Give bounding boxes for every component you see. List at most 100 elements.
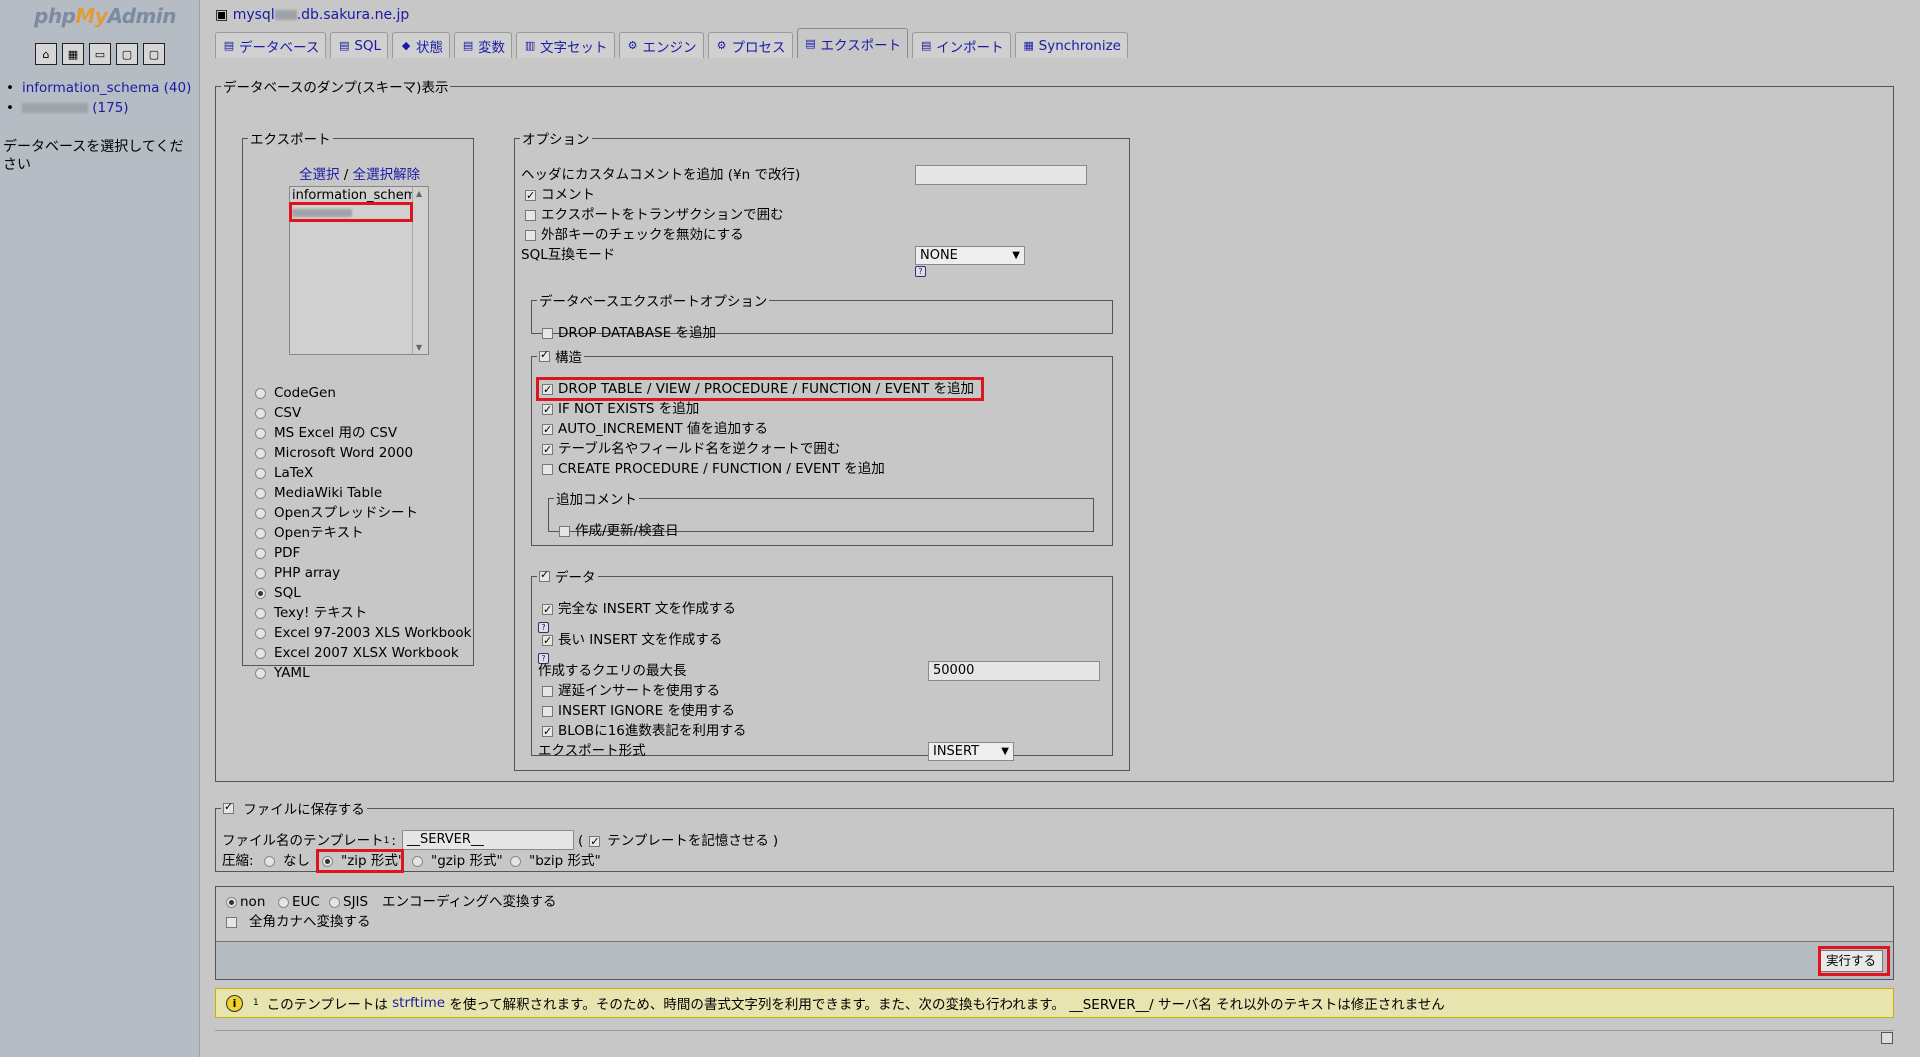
select-all-link[interactable]: 全選択 <box>299 166 340 184</box>
database-link-redacted[interactable]: (175) <box>92 100 128 116</box>
sql-compat-select[interactable]: NONE ▼ <box>915 246 1025 265</box>
format-option[interactable]: PHP array <box>255 564 340 582</box>
radio[interactable] <box>329 896 340 908</box>
foreign-key-option[interactable]: 外部キーのチェックを無効にする <box>525 226 744 244</box>
header-comment-input[interactable] <box>915 165 1087 185</box>
radio[interactable] <box>255 467 266 479</box>
radio[interactable] <box>255 607 266 619</box>
scroll-up-icon[interactable]: ▲ <box>416 189 422 198</box>
extended-insert-option[interactable]: 長い INSERT 文を作成する <box>542 631 722 650</box>
radio[interactable] <box>255 567 266 579</box>
radio[interactable] <box>278 896 289 908</box>
insert-ignore-option[interactable]: INSERT IGNORE を使用する <box>542 702 735 720</box>
format-option[interactable]: PDF <box>255 544 300 562</box>
checkbox[interactable] <box>525 187 536 205</box>
checkbox[interactable] <box>525 229 536 241</box>
format-option[interactable]: Microsoft Word 2000 <box>255 444 413 462</box>
checkbox[interactable] <box>525 209 536 221</box>
format-option-sql[interactable]: SQL <box>255 584 301 602</box>
phpmyadmin-logo[interactable]: phpMyAdmin <box>34 4 176 28</box>
tab-engines[interactable]: ⚙ エンジン <box>618 32 704 58</box>
reload-icon[interactable]: ▢ <box>143 43 165 65</box>
comment-option[interactable]: コメント <box>525 186 595 205</box>
checkbox[interactable] <box>226 916 237 928</box>
compression-none-option[interactable]: なし <box>264 852 310 870</box>
compression-gzip-option[interactable]: "gzip 形式" <box>412 852 503 870</box>
save-file-legend[interactable]: ファイルに保存する <box>221 798 367 818</box>
tab-status[interactable]: ◆ 状態 <box>392 32 451 58</box>
radio[interactable] <box>264 855 275 867</box>
radio[interactable] <box>255 627 266 639</box>
filename-template-input[interactable]: __SERVER__ <box>402 830 574 850</box>
radio[interactable] <box>255 447 266 459</box>
scroll-down-icon[interactable]: ▼ <box>416 343 422 352</box>
format-option[interactable]: Excel 97-2003 XLS Workbook <box>255 624 471 642</box>
encoding-euc-option[interactable]: EUC <box>278 893 320 911</box>
window-icon[interactable] <box>1881 1032 1893 1044</box>
auto-increment-option[interactable]: AUTO_INCREMENT 値を追加する <box>542 420 768 439</box>
remember-template-row[interactable]: (テンプレートを記憶させる) <box>578 832 778 851</box>
database-link-information-schema[interactable]: information_schema (40) <box>22 80 191 96</box>
format-option[interactable]: MediaWiki Table <box>255 484 382 502</box>
export-type-select[interactable]: INSERT ▼ <box>928 742 1014 761</box>
format-option[interactable]: Openテキスト <box>255 524 364 542</box>
database-item[interactable]: (175) <box>6 98 191 118</box>
save-file-checkbox[interactable] <box>223 800 234 814</box>
sql-docs-icon[interactable]: ▭ <box>89 43 111 65</box>
query-window-icon[interactable]: ▦ <box>62 43 84 65</box>
hex-blob-option[interactable]: BLOBに16進数表記を利用する <box>542 722 746 741</box>
kana-option[interactable]: 全角カナへ変換する <box>226 913 371 931</box>
tab-export[interactable]: ▤ エクスポート <box>796 28 909 58</box>
checkbox[interactable] <box>542 421 553 439</box>
help-icon[interactable]: ? <box>915 266 926 277</box>
if-not-exists-option[interactable]: IF NOT EXISTS を追加 <box>542 400 699 419</box>
remember-template-checkbox[interactable] <box>589 833 601 851</box>
radio-selected[interactable] <box>255 587 266 599</box>
tab-sql[interactable]: ▤ SQL <box>330 32 389 58</box>
radio[interactable] <box>255 387 266 399</box>
radio[interactable] <box>255 487 266 499</box>
format-option[interactable]: MS Excel 用の CSV <box>255 424 397 442</box>
radio[interactable] <box>510 855 521 867</box>
radio[interactable] <box>255 427 266 439</box>
format-option[interactable]: Texy! テキスト <box>255 604 367 622</box>
database-item[interactable]: information_schema (40) <box>6 78 191 98</box>
list-scrollbar[interactable]: ▲ ▼ <box>412 187 428 354</box>
max-query-input[interactable]: 50000 <box>928 661 1100 681</box>
delayed-insert-option[interactable]: 遅延インサートを使用する <box>542 682 720 700</box>
transaction-option[interactable]: エクスポートをトランザクションで囲む <box>525 206 784 224</box>
structure-checkbox[interactable] <box>539 348 550 362</box>
strftime-link[interactable]: strftime <box>392 995 445 1011</box>
checkbox[interactable] <box>542 401 553 419</box>
format-option[interactable]: Openスプレッドシート <box>255 504 418 522</box>
format-option[interactable]: CSV <box>255 404 301 422</box>
checkbox[interactable] <box>542 463 553 475</box>
home-icon[interactable]: ⌂ <box>35 43 57 65</box>
format-option[interactable]: CodeGen <box>255 384 336 402</box>
radio[interactable] <box>255 547 266 559</box>
drop-database-option[interactable]: DROP DATABASE を追加 <box>542 324 716 342</box>
format-option[interactable]: YAML <box>255 664 310 682</box>
tab-charsets[interactable]: ▥ 文字セット <box>516 32 615 58</box>
server-link[interactable]: mysql .db.sakura.ne.jp <box>233 7 410 23</box>
create-procedure-option[interactable]: CREATE PROCEDURE / FUNCTION / EVENT を追加 <box>542 460 885 478</box>
checkbox[interactable] <box>542 601 553 619</box>
structure-legend[interactable]: 構造 <box>537 346 584 366</box>
docs-icon[interactable]: ▢ <box>116 43 138 65</box>
format-option[interactable]: Excel 2007 XLSX Workbook <box>255 644 459 662</box>
complete-insert-option[interactable]: 完全な INSERT 文を作成する <box>542 600 736 619</box>
radio-selected[interactable] <box>226 896 237 908</box>
checkbox[interactable] <box>542 723 553 741</box>
radio[interactable] <box>255 667 266 679</box>
format-option[interactable]: LaTeX <box>255 464 313 482</box>
server-breadcrumb[interactable]: ▣ mysql .db.sakura.ne.jp <box>215 7 409 23</box>
radio[interactable] <box>412 855 423 867</box>
encoding-non-option[interactable]: non <box>226 893 265 911</box>
checkbox[interactable] <box>542 685 553 697</box>
tab-synchronize[interactable]: ▦ Synchronize <box>1014 32 1128 58</box>
backquotes-option[interactable]: テーブル名やフィールド名を逆クォートで囲む <box>542 440 840 459</box>
tab-import[interactable]: ▤ インポート <box>912 32 1011 58</box>
tab-databases[interactable]: ▤ データベース <box>215 32 327 58</box>
radio[interactable] <box>255 527 266 539</box>
data-legend[interactable]: データ <box>537 566 598 586</box>
